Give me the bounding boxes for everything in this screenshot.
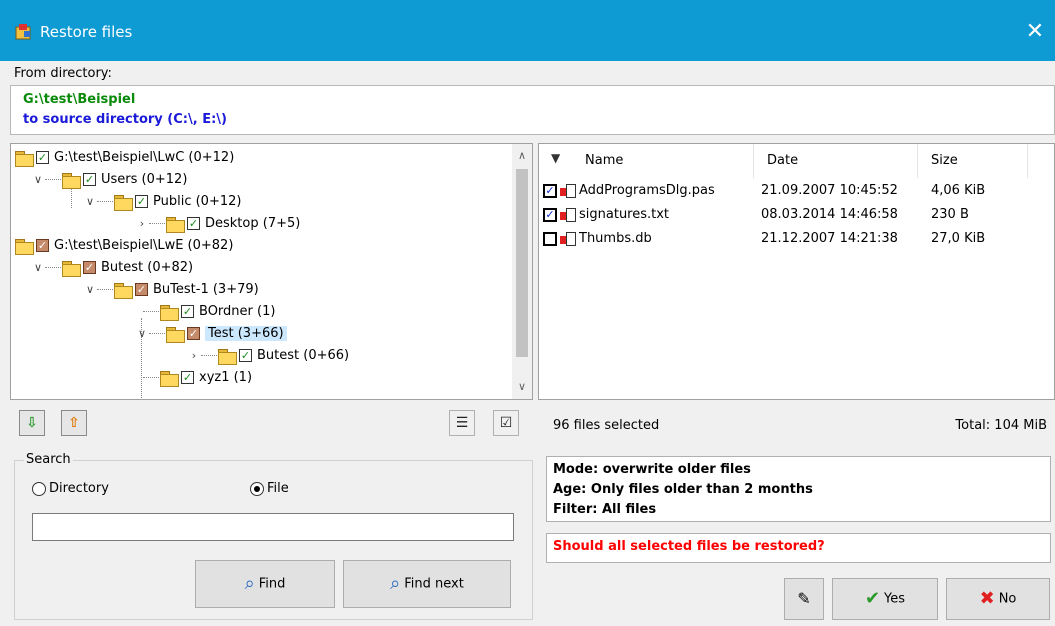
source-path: G:\test\Beispiel (23, 92, 136, 107)
file-icon (560, 231, 576, 247)
filter-text: Filter: All files (553, 502, 657, 517)
edit-log-button[interactable]: ✎ (784, 578, 824, 620)
find-button[interactable]: ⌕ Find (195, 560, 335, 608)
target-description: to source directory (C:\, E:\) (23, 112, 227, 127)
folder-icon (160, 304, 179, 321)
title-bar: Restore files ✕ (0, 0, 1055, 61)
checkbox[interactable]: ✓ (187, 327, 200, 340)
file-list-header: ▼ Name Date Size (539, 144, 1054, 178)
files-selected-status: 96 files selected (553, 418, 660, 433)
file-row[interactable]: ✓ AddProgramsDlg.pas 21.09.2007 10:45:52… (539, 180, 1054, 202)
list-view-icon[interactable]: ☰ (449, 410, 475, 436)
chevron-down-icon[interactable]: ∨ (135, 323, 149, 345)
tree-item[interactable]: ∨ ✓ Users (0+12) (31, 169, 187, 191)
tree-item[interactable]: › ✓ Desktop (7+5) (135, 213, 300, 235)
checkbox[interactable]: ✓ (181, 371, 194, 384)
folder-icon (160, 370, 179, 387)
checklist-view-icon[interactable]: ☑ (493, 410, 519, 436)
radio-directory[interactable]: Directory (32, 481, 109, 497)
tree-item[interactable]: ∨ ✓ Public (0+12) (83, 191, 241, 213)
file-icon (560, 183, 576, 199)
directory-info-box: G:\test\Beispiel to source directory (C:… (10, 85, 1055, 135)
checkbox[interactable]: ✓ (83, 261, 96, 274)
restore-info-box: Mode: overwrite older files Age: Only fi… (546, 456, 1051, 522)
folder-icon (15, 238, 34, 255)
chevron-right-icon[interactable]: › (187, 345, 201, 367)
file-icon (560, 207, 576, 223)
chevron-down-icon[interactable]: ∨ (83, 191, 97, 213)
scroll-thumb[interactable] (516, 169, 528, 357)
tree-item[interactable]: ✓ xyz1 (1) (143, 367, 252, 389)
tree-item[interactable]: ∨ ✓ BuTest-1 (3+79) (83, 279, 259, 301)
file-checkbox[interactable]: ✓ (543, 208, 557, 222)
note-edit-icon: ✎ (797, 589, 811, 608)
checkbox[interactable]: ✓ (135, 283, 148, 296)
tree-item-selected[interactable]: ∨ ✓ Test (3+66) (135, 323, 287, 345)
close-button[interactable]: ✕ (1015, 10, 1055, 54)
file-row[interactable]: ✓ signatures.txt 08.03.2014 14:46:58 230… (539, 204, 1054, 226)
file-checkbox[interactable]: ✓ (543, 184, 557, 198)
chevron-down-icon[interactable]: ∨ (83, 279, 97, 301)
checkbox[interactable]: ✓ (181, 305, 194, 318)
radio-dot[interactable] (250, 481, 264, 496)
search-icon: ⌕ (244, 573, 255, 594)
chevron-right-icon[interactable]: › (135, 213, 149, 235)
column-size[interactable]: Size (931, 153, 958, 168)
tree-item[interactable]: ✓ BOrdner (1) (143, 301, 275, 323)
file-row[interactable]: Thumbs.db 21.12.2007 14:21:38 27,0 KiB (539, 228, 1054, 250)
tree-item[interactable]: › ✓ Butest (0+66) (187, 345, 349, 367)
scroll-up-icon[interactable]: ∧ (512, 146, 532, 166)
expand-all-button[interactable]: ⇩ (19, 410, 45, 436)
no-button[interactable]: ✖ No (946, 578, 1050, 620)
checkbox[interactable]: ✓ (83, 173, 96, 186)
search-input[interactable] (32, 513, 514, 541)
directory-tree[interactable]: ✓ G:\test\Beispiel\LwC (0+12) ∨ ✓ Users (0+… (10, 143, 533, 400)
window-title: Restore files (40, 23, 133, 41)
checkbox[interactable]: ✓ (239, 349, 252, 362)
folder-icon (62, 260, 81, 277)
tree-item[interactable]: ✓ G:\test\Beispiel\LwC (0+12) (15, 147, 234, 169)
file-list[interactable]: ▼ Name Date Size ✓ AddProgramsDlg.pas 21… (538, 143, 1055, 400)
folder-icon (114, 194, 133, 211)
column-date[interactable]: Date (767, 153, 798, 168)
radio-dot[interactable] (32, 481, 46, 496)
yes-button[interactable]: ✔ Yes (832, 578, 938, 620)
find-next-button[interactable]: ⌕ Find next (343, 560, 511, 608)
folder-icon (114, 282, 133, 299)
checkmark-icon: ✔ (864, 588, 881, 609)
chevron-down-icon[interactable]: ∨ (31, 257, 45, 279)
search-next-icon: ⌕ (390, 573, 401, 594)
radio-file[interactable]: File (250, 481, 289, 497)
checkbox[interactable]: ✓ (36, 239, 49, 252)
restore-app-icon (15, 24, 31, 40)
checkbox[interactable]: ✓ (36, 151, 49, 164)
folder-icon (166, 326, 185, 343)
sort-icon[interactable]: ▼ (551, 151, 560, 165)
folder-icon (218, 348, 237, 365)
tree-scrollbar[interactable]: ∧ ∨ (512, 144, 532, 399)
tree-item[interactable]: ∨ ✓ Butest (0+82) (31, 257, 193, 279)
mode-text: Mode: overwrite older files (553, 462, 751, 477)
folder-icon (62, 172, 81, 189)
column-name[interactable]: Name (585, 153, 623, 168)
collapse-all-button[interactable]: ⇧ (61, 410, 87, 436)
file-checkbox[interactable] (543, 232, 557, 246)
chevron-down-icon[interactable]: ∨ (31, 169, 45, 191)
checkbox[interactable]: ✓ (187, 217, 200, 230)
search-legend: Search (24, 452, 73, 467)
folder-icon (166, 216, 185, 233)
tree-item[interactable]: ✓ G:\test\Beispiel\LwE (0+82) (15, 235, 233, 257)
from-directory-label: From directory: (14, 66, 112, 81)
age-text: Age: Only files older than 2 months (553, 482, 813, 497)
cross-icon: ✖ (979, 588, 995, 609)
checkbox[interactable]: ✓ (135, 195, 148, 208)
folder-icon (15, 150, 34, 167)
total-size-status: Total: 104 MiB (955, 418, 1047, 433)
confirm-question: Should all selected files be restored? (546, 533, 1051, 563)
scroll-down-icon[interactable]: ∨ (512, 377, 532, 397)
